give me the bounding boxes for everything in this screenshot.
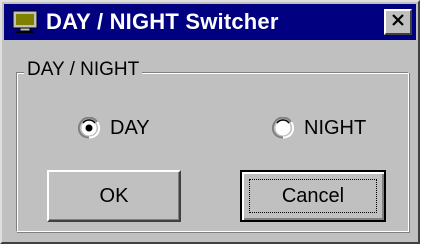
radio-night[interactable]: NIGHT — [271, 116, 367, 140]
dialog-window: DAY / NIGHT Switcher DAY / NIGHT DAY NIG… — [0, 0, 420, 244]
radio-unchecked-icon — [271, 116, 295, 139]
ok-button[interactable]: OK — [47, 170, 181, 222]
radio-day-label: DAY — [110, 117, 150, 139]
close-button[interactable] — [384, 9, 412, 35]
monitor-icon — [12, 10, 38, 34]
window-title: DAY / NIGHT Switcher — [46, 9, 279, 34]
radio-checked-icon — [77, 116, 101, 139]
group-label: DAY / NIGHT — [24, 58, 143, 82]
radio-day[interactable]: DAY — [77, 116, 150, 140]
cancel-button-label: Cancel — [281, 184, 345, 207]
radio-night-label: NIGHT — [304, 117, 367, 139]
close-icon — [391, 13, 405, 31]
cancel-button[interactable]: Cancel — [240, 170, 386, 222]
ok-button-label: OK — [99, 184, 129, 207]
title-bar[interactable]: DAY / NIGHT Switcher — [4, 4, 416, 40]
